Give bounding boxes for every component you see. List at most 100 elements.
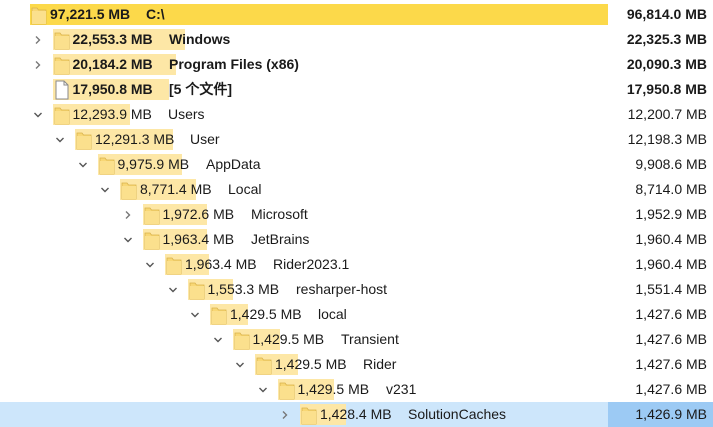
chevron-down-icon[interactable] [211,327,225,352]
row-total-size: 1,952.9 MB [635,206,707,222]
row-size: 22,553.3 MB [72,31,153,47]
row-size: 1,429.5 MB [275,356,347,372]
row-size: 17,950.8 MB [72,81,153,97]
tree-row[interactable]: 12,291.3 MB User 12,198.3 MB [0,127,713,152]
row-name: AppData [206,156,261,172]
tree-row[interactable]: 1,972.6 MB Microsoft 1,952.9 MB [0,202,713,227]
chevron-down-icon[interactable] [121,227,135,252]
row-name: Windows [169,31,231,47]
folder-icon [54,55,70,75]
folder-icon [211,305,227,325]
row-size: 9,975.9 MB [117,156,190,172]
chevron-down-icon[interactable] [166,277,180,302]
folder-icon [54,105,70,125]
row-total-size: 1,426.9 MB [608,402,713,427]
tree-row[interactable]: 9,975.9 MB AppData 9,908.6 MB [0,152,713,177]
tree-row[interactable]: 97,221.5 MB C:\ 96,814.0 MB [0,2,713,27]
row-total-size: 1,427.6 MB [635,306,707,322]
folder-icon [144,205,160,225]
tree-row[interactable]: 1,963.4 MB Rider2023.1 1,960.4 MB [0,252,713,277]
chevron-right-icon[interactable] [31,27,45,52]
row-size: 1,429.5 MB [297,381,370,397]
row-total-size: 1,551.4 MB [635,281,707,297]
row-total-size: 96,814.0 MB [626,6,707,22]
tree-row[interactable]: 1,553.3 MB resharper-host 1,551.4 MB [0,277,713,302]
tree-row[interactable]: 22,553.3 MB Windows 22,325.3 MB [0,27,713,52]
row-name: JetBrains [251,231,310,247]
tree-row[interactable]: 12,293.9 MB Users 12,200.7 MB [0,102,713,127]
row-name: Rider [363,356,397,372]
folder-icon [54,30,70,50]
chevron-down-icon[interactable] [31,102,45,127]
row-name: SolutionCaches [408,406,507,422]
row-total-size: 1,427.6 MB [635,331,707,347]
row-name: Local [228,181,262,197]
row-size: 20,184.2 MB [72,56,153,72]
folder-icon [166,255,182,275]
row-size: 12,293.9 MB [72,106,152,122]
row-total-size: 20,090.3 MB [626,56,707,72]
folder-icon [144,230,160,250]
folder-icon [234,330,250,350]
row-total-size: 8,714.0 MB [635,181,707,197]
row-name: Rider2023.1 [273,256,350,272]
row-name: [5 个文件] [169,81,232,97]
folder-icon [301,405,317,425]
row-size: 1,429.5 MB [252,331,325,347]
folder-icon [256,355,272,375]
chevron-down-icon[interactable] [53,127,67,152]
row-size: 97,221.5 MB [50,6,131,22]
row-size: 1,553.3 MB [207,281,280,297]
row-name: local [318,306,347,322]
row-size: 1,972.6 MB [162,206,235,222]
file-icon [54,80,70,100]
row-name: Program Files (x86) [169,56,299,72]
tree-row[interactable]: 17,950.8 MB [5 个文件] 17,950.8 MB [0,77,713,102]
row-size: 12,291.3 MB [95,131,175,147]
row-name: resharper-host [296,281,388,297]
chevron-down-icon[interactable] [233,352,247,377]
folder-icon [279,380,295,400]
row-name: User [190,131,220,147]
directory-size-tree[interactable]: 97,221.5 MB C:\ 96,814.0 MB 22,553.3 MB Wind… [0,0,713,427]
row-total-size: 1,427.6 MB [635,381,707,397]
chevron-right-icon[interactable] [31,52,45,77]
row-total-size: 1,960.4 MB [635,256,707,272]
tree-row[interactable]: 20,184.2 MB Program Files (x86) 20,090.3 M… [0,52,713,77]
row-name: v231 [386,381,417,397]
chevron-down-icon[interactable] [76,152,90,177]
tree-row[interactable]: 1,429.5 MB Transient 1,427.6 MB [0,327,713,352]
row-size: 1,963.4 MB [162,231,235,247]
row-total-size: 22,325.3 MB [626,31,707,47]
chevron-down-icon[interactable] [188,302,202,327]
folder-icon [121,180,137,200]
row-size: 1,963.4 MB [185,256,257,272]
tree-row[interactable]: 1,963.4 MB JetBrains 1,960.4 MB [0,227,713,252]
tree-row[interactable]: 8,771.4 MB Local 8,714.0 MB [0,177,713,202]
tree-row[interactable]: 1,429.5 MB local 1,427.6 MB [0,302,713,327]
row-size: 1,428.4 MB [320,406,392,422]
row-total-size: 12,200.7 MB [627,106,707,122]
row-total-size: 17,950.8 MB [626,81,707,97]
chevron-down-icon[interactable] [256,377,270,402]
tree-row[interactable]: 1,429.5 MB v231 1,427.6 MB [0,377,713,402]
row-size: 8,771.4 MB [140,181,212,197]
folder-icon [99,155,115,175]
row-size: 1,429.5 MB [230,306,302,322]
row-name: Transient [341,331,399,347]
tree-row[interactable]: 1,428.4 MB SolutionCaches 1,426.9 MB [0,402,713,427]
folder-icon [76,130,92,150]
folder-icon [31,5,47,25]
row-total-size: 1,427.6 MB [635,356,707,372]
chevron-down-icon[interactable] [143,252,157,277]
chevron-right-icon[interactable] [278,402,292,427]
row-name: Users [168,106,205,122]
row-total-size: 12,198.3 MB [627,131,707,147]
folder-icon [189,280,205,300]
row-name: C:\ [146,6,165,22]
row-total-size: 9,908.6 MB [635,156,707,172]
chevron-down-icon[interactable] [98,177,112,202]
row-total-size: 1,960.4 MB [635,231,707,247]
tree-row[interactable]: 1,429.5 MB Rider 1,427.6 MB [0,352,713,377]
chevron-right-icon[interactable] [121,202,135,227]
